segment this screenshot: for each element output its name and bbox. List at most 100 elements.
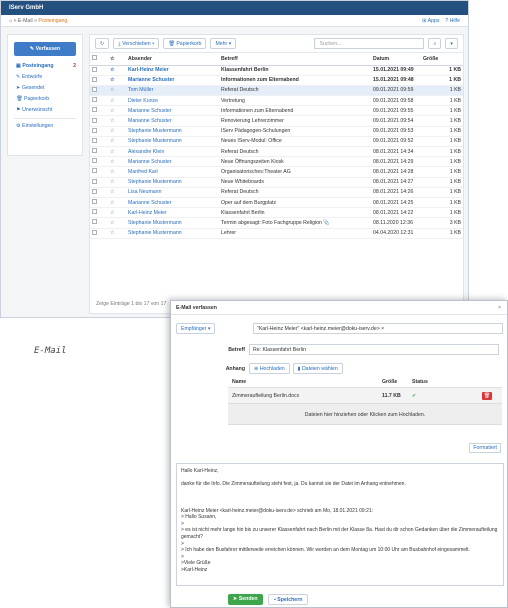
row-checkbox[interactable]	[90, 105, 108, 117]
star-icon[interactable]: ☆	[108, 217, 126, 229]
star-icon[interactable]: ☆	[108, 95, 126, 107]
row-subject: Termin abgesagt: Foto Fachgruppe Religio…	[219, 217, 371, 229]
row-checkbox[interactable]	[90, 156, 108, 168]
row-sender: Stephanie Mustermann	[126, 126, 219, 137]
row-checkbox[interactable]	[90, 187, 108, 198]
table-row[interactable]: ☆ Karl-Heinz Meier Klassenfahrt Berlin 08.0…	[90, 207, 463, 219]
table-row[interactable]: ☆ Dieter Kunze Vertretung 09.01.2021 09:58 1…	[90, 95, 463, 107]
table-row[interactable]: ☆ Marianne Schuster Oper auf dem Burgplatz…	[90, 197, 463, 209]
select-all-checkbox[interactable]	[90, 53, 108, 66]
row-checkbox[interactable]	[90, 95, 108, 107]
star-icon[interactable]: ☆	[108, 156, 126, 168]
table-row[interactable]: ☆ Stephanie Mustermann Neues IServ-Modul: …	[90, 136, 463, 148]
breadcrumb-folder[interactable]: Posteingang	[38, 18, 67, 24]
close-icon[interactable]: ×	[498, 301, 501, 315]
row-checkbox[interactable]	[90, 177, 108, 188]
star-icon[interactable]: ☆	[108, 126, 126, 137]
star-icon[interactable]: ☆	[108, 85, 126, 97]
row-checkbox[interactable]	[90, 75, 108, 86]
refresh-button[interactable]: ↻	[95, 38, 110, 49]
row-subject: Neue Öffnungszeiten Kiosk	[219, 156, 371, 168]
row-checkbox[interactable]	[90, 217, 108, 229]
table-row[interactable]: ☆ Manfred Karl Organisatorisches:Theater A…	[90, 166, 463, 178]
row-checkbox[interactable]	[90, 197, 108, 209]
row-checkbox[interactable]	[90, 126, 108, 137]
date-column-header[interactable]: Datum	[371, 53, 421, 66]
table-row[interactable]: ☆ Marianne Schuster Renovierung Lehrerzimm…	[90, 115, 463, 127]
table-row[interactable]: ☆ Marianne Schuster Informationen zum Elte…	[90, 75, 463, 86]
upload-button[interactable]: ⊕ Hochladen	[249, 363, 290, 374]
star-icon[interactable]: ☆	[108, 228, 126, 239]
row-checkbox[interactable]	[90, 136, 108, 148]
row-size: 1 KB	[421, 75, 463, 86]
sidebar-item-sent[interactable]: ➤ Gesendet	[8, 83, 82, 94]
table-row[interactable]: ☆ Stephanie Mustermann Neue Whiteboards 08.…	[90, 177, 463, 188]
row-checkbox[interactable]	[90, 146, 108, 158]
row-checkbox[interactable]	[90, 115, 108, 127]
row-date: 15.01.2021 09:48	[371, 75, 421, 86]
recipient-dropdown[interactable]: Empfänger ▾	[176, 323, 216, 334]
sender-column-header[interactable]: Absender	[126, 53, 219, 66]
size-column-header[interactable]: Größe	[421, 53, 463, 66]
move-button[interactable]: ⤓ Verschieben ▾	[113, 38, 160, 49]
search-input[interactable]: Suchen...	[314, 38, 425, 49]
row-subject: Klassenfahrt Berlin	[219, 65, 371, 76]
send-button[interactable]: ➤ Senden	[228, 594, 263, 605]
drop-zone[interactable]: Dateien hier hinziehen oder Klicken zum …	[228, 403, 502, 425]
recipient-field[interactable]: "Karl-Heinz Meier" <karl-heinz.meier@dok…	[253, 323, 503, 334]
row-checkbox[interactable]	[90, 228, 108, 239]
upload-icon: ⊕	[254, 366, 259, 372]
star-icon[interactable]: ☆	[108, 146, 126, 158]
star-icon[interactable]: ☆	[108, 177, 126, 188]
choose-files-button[interactable]: ▮ Dateien wählen	[292, 363, 343, 374]
apps-link[interactable]: ⊞ Apps	[422, 18, 439, 24]
trash-button[interactable]: 🗑 Papierkorb	[163, 38, 207, 49]
star-icon[interactable]: ☆	[108, 65, 126, 76]
compose-button[interactable]: ✎ Verfassen	[14, 42, 76, 56]
table-row[interactable]: ☆ Marianne Schuster Informationen zum Elte…	[90, 105, 463, 117]
search-button[interactable]: ⌕	[428, 38, 442, 49]
sidebar-item-inbox[interactable]: ▣ Posteingang 2	[8, 61, 82, 72]
breadcrumb-email[interactable]: E-Mail	[18, 18, 33, 24]
star-icon[interactable]: ☆	[108, 115, 126, 127]
move-icon: ⤓	[118, 41, 121, 47]
table-row[interactable]: ☆ Karl-Heinz Meier Klassenfahrt Berlin 15.0…	[90, 65, 463, 76]
check-icon: ✔	[412, 393, 417, 399]
unread-count: 2	[73, 63, 76, 69]
row-date: 08.01.2021 14:25	[371, 197, 421, 209]
subject-field[interactable]: Re: Klassenfahrt Berlin	[249, 344, 499, 355]
star-icon[interactable]: ☆	[108, 187, 126, 198]
message-body-editor[interactable]: Hallo Karl-Heinz, danke für die Info. Di…	[176, 463, 504, 586]
row-checkbox[interactable]	[90, 65, 108, 76]
delete-attachment-button[interactable]: 🗑	[482, 392, 492, 400]
format-toggle-button[interactable]: Formatiert	[469, 443, 501, 453]
star-icon[interactable]: ☆	[108, 207, 126, 219]
sidebar-item-settings[interactable]: ⚙ Einstellungen	[8, 121, 82, 132]
search-options-button[interactable]: ▾	[445, 38, 458, 49]
search-icon: ⌕	[433, 41, 437, 47]
row-checkbox[interactable]	[90, 166, 108, 178]
table-row[interactable]: ☆ Tom Müller Referat Deutsch 09.01.2021 09:…	[90, 85, 463, 97]
save-button[interactable]: ▪ Speichern	[268, 594, 309, 605]
star-icon[interactable]: ☆	[108, 197, 126, 209]
help-link[interactable]: ? Hilfe	[445, 18, 460, 24]
more-button[interactable]: Mehr ▾	[210, 38, 237, 49]
sidebar-item-spam[interactable]: ⚑ Unerwünscht	[8, 105, 82, 116]
star-icon[interactable]: ☆	[108, 105, 126, 117]
star-icon[interactable]: ☆	[108, 166, 126, 178]
table-row[interactable]: ☆ Alexandre Klein Referat Deutsch 08.01.202…	[90, 146, 463, 158]
star-column-header[interactable]: ☆	[108, 53, 126, 66]
star-icon[interactable]: ☆	[108, 136, 126, 148]
star-icon[interactable]: ☆	[108, 75, 126, 86]
table-row[interactable]: ☆ Stephanie Mustermann Lehrer 04.04.2020 12…	[90, 228, 463, 239]
sidebar-item-trash[interactable]: 🗑 Papierkorb	[8, 94, 82, 105]
table-row[interactable]: ☆ Stephanie Mustermann Termin abgesagt: Fo…	[90, 217, 463, 229]
table-row[interactable]: ☆ Stephanie Mustermann IServ Pädagogen-Sch…	[90, 126, 463, 137]
row-checkbox[interactable]	[90, 207, 108, 219]
row-checkbox[interactable]	[90, 85, 108, 97]
table-row[interactable]: ☆ Lisa Neumann Referat Deutsch 08.01.2021 1…	[90, 187, 463, 198]
sidebar-item-drafts[interactable]: ✎ Entwürfe	[8, 72, 82, 83]
star-icon: ☆	[110, 55, 115, 62]
subject-column-header[interactable]: Betreff	[219, 53, 371, 66]
table-row[interactable]: ☆ Marianne Schuster Neue Öffnungszeiten Ki…	[90, 156, 463, 168]
